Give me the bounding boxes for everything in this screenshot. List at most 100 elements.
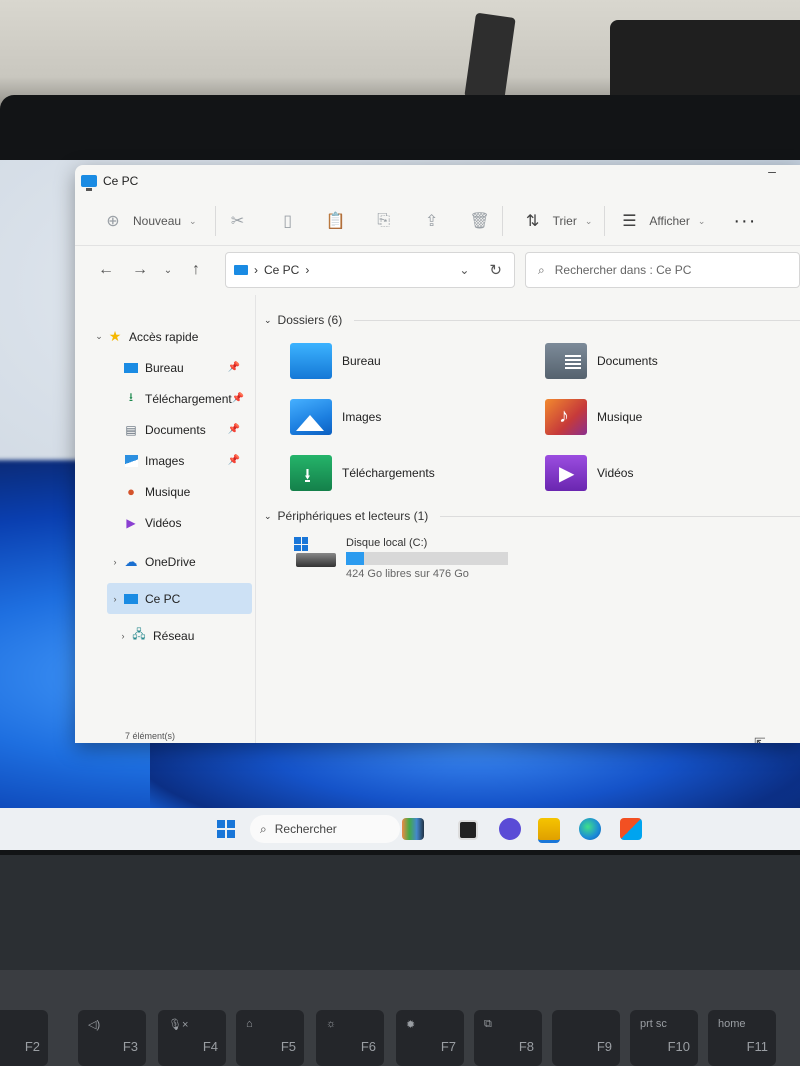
folder-label: Documents	[597, 354, 658, 368]
sort-icon: ⇅	[525, 213, 540, 230]
delete-icon[interactable]: 🗑	[468, 209, 492, 233]
videos-folder-icon: ▶	[545, 455, 587, 491]
up-button[interactable]: ↑	[179, 261, 213, 279]
pin-icon: 📌	[227, 424, 240, 435]
background-object	[464, 12, 516, 103]
sidebar-item-musique[interactable]: ● Musique	[75, 476, 254, 507]
key-f2[interactable]: ◁F2	[0, 1010, 48, 1066]
breadcrumb-item[interactable]: Ce PC	[264, 263, 299, 277]
key-f7[interactable]: ✹ F7	[396, 1010, 464, 1066]
pin-icon: 📌	[227, 455, 240, 466]
display-switch-icon: ⧉	[484, 1018, 492, 1030]
view-label: Afficher	[649, 214, 690, 228]
task-view-icon[interactable]	[458, 820, 478, 840]
videos-icon: ▶	[126, 515, 136, 530]
sidebar-item-label: Vidéos	[145, 515, 182, 530]
back-button[interactable]: ←	[89, 261, 123, 279]
sort-label: Trier	[552, 214, 577, 228]
key-f4[interactable]: 🎙× F4	[158, 1010, 226, 1066]
expand-chevron-icon[interactable]: ›	[107, 557, 123, 567]
search-placeholder: Rechercher dans : Ce PC	[554, 263, 692, 277]
background-object	[610, 20, 800, 100]
folder-label: Vidéos	[597, 466, 634, 480]
file-explorer-taskbar-icon[interactable]	[538, 818, 560, 843]
documents-folder-icon	[545, 343, 587, 379]
view-button[interactable]: ☰ Afficher ⌄	[609, 203, 713, 239]
address-field[interactable]: › Ce PC › ⌄ ↻	[225, 252, 515, 288]
forward-button[interactable]: →	[123, 261, 157, 279]
folder-bureau[interactable]: Bureau	[290, 341, 545, 381]
sidebar-item-images[interactable]: Images 📌	[75, 445, 254, 476]
mouse-cursor: ⇱	[754, 735, 766, 743]
teams-chat-icon[interactable]	[499, 818, 521, 840]
backlight-icon: ⌂	[246, 1018, 253, 1030]
key-f3[interactable]: ◁) F3	[78, 1010, 146, 1066]
sidebar-item-quick-access[interactable]: ⌄ ★ Accès rapide	[75, 321, 254, 352]
key-f9[interactable]: F9	[552, 1010, 620, 1066]
sidebar-item-label: Images	[145, 453, 185, 468]
paste-icon[interactable]: 📋	[324, 209, 348, 233]
key-f5[interactable]: ⌂ F5	[236, 1010, 304, 1066]
key-f10[interactable]: prt sc F10	[630, 1010, 698, 1066]
content-pane: ⌄ Dossiers (6) Bureau Documents Images ♪…	[254, 295, 800, 743]
store-icon[interactable]	[620, 818, 642, 840]
mic-mute-icon: 🎙×	[168, 1019, 189, 1031]
folders-section-header[interactable]: ⌄ Dossiers (6)	[264, 307, 800, 333]
windows-logo-icon	[294, 537, 308, 551]
sidebar-item-this-pc[interactable]: › Ce PC	[107, 583, 252, 614]
share-icon[interactable]: ⇪	[420, 209, 444, 233]
refresh-icon[interactable]: ↻	[489, 261, 502, 279]
widgets-icon[interactable]	[402, 818, 424, 840]
view-icon: ☰	[622, 213, 637, 230]
address-bar-row: ← → ⌄ ↑ › Ce PC › ⌄ ↻ ⌕ Rechercher dans …	[75, 246, 800, 294]
sidebar-item-onedrive[interactable]: › ☁ OneDrive	[75, 546, 254, 577]
expand-chevron-icon[interactable]: ›	[115, 631, 131, 641]
collapse-chevron-icon[interactable]: ⌄	[264, 511, 272, 522]
key-f6[interactable]: ☼ F6	[316, 1010, 384, 1066]
breadcrumb-separator: ›	[305, 263, 310, 277]
expand-chevron-icon[interactable]: ⌄	[91, 331, 107, 342]
drive-free-space: 424 Go libres sur 476 Go	[346, 568, 469, 580]
sort-button[interactable]: ⇅ Trier ⌄	[513, 203, 601, 239]
collapse-chevron-icon[interactable]: ⌄	[264, 315, 272, 326]
drive-local-c[interactable]: Disque local (C:) 424 Go libres sur 476 …	[264, 537, 800, 580]
cut-icon[interactable]: ✂	[226, 209, 250, 233]
new-label: Nouveau	[133, 214, 182, 228]
drive-name: Disque local (C:)	[346, 537, 428, 549]
sidebar-item-documents[interactable]: ▤ Documents 📌	[75, 414, 254, 445]
folder-documents[interactable]: Documents	[545, 341, 800, 381]
start-button[interactable]	[217, 820, 235, 838]
taskbar-search-label: Rechercher	[274, 822, 337, 836]
folder-musique[interactable]: ♪ Musique	[545, 397, 800, 437]
edge-icon[interactable]	[579, 818, 601, 840]
folder-videos[interactable]: ▶ Vidéos	[545, 453, 800, 493]
file-explorer-window: Ce PC – ⊕ Nouveau ⌄ ✂ ▯ 📋 ⎘ ⇪ 🗑 ⇅ Trier …	[75, 165, 800, 743]
separator	[604, 206, 606, 236]
copy-icon[interactable]: ▯	[276, 209, 300, 233]
pc-icon	[123, 592, 139, 606]
new-button[interactable]: ⊕ Nouveau ⌄	[93, 203, 205, 239]
minimize-button[interactable]: –	[762, 165, 782, 185]
drive-usage-fill	[346, 552, 364, 565]
folders-header-label: Dossiers (6)	[277, 313, 343, 327]
taskbar-search[interactable]: ⌕ Rechercher	[250, 815, 400, 843]
sidebar-item-network[interactable]: › 🖧 Réseau	[75, 620, 254, 651]
recent-locations-button[interactable]: ⌄	[157, 265, 179, 276]
search-box[interactable]: ⌕ Rechercher dans : Ce PC	[525, 252, 800, 288]
separator	[501, 206, 503, 236]
cloud-icon: ☁	[124, 553, 138, 569]
chevron-down-icon[interactable]: ⌄	[459, 263, 469, 277]
sidebar-item-bureau[interactable]: Bureau 📌	[75, 352, 254, 383]
chevron-down-icon: ⌄	[584, 215, 593, 226]
key-f8[interactable]: ⧉ F8	[474, 1010, 542, 1066]
key-f11[interactable]: home F11	[708, 1010, 776, 1066]
sidebar-item-videos[interactable]: ▶ Vidéos	[75, 507, 254, 538]
brightness-up-icon: ✹	[406, 1019, 416, 1031]
rename-icon[interactable]: ⎘	[372, 209, 396, 233]
expand-chevron-icon[interactable]: ›	[107, 594, 123, 604]
folder-images[interactable]: Images	[290, 397, 545, 437]
drives-section-header[interactable]: ⌄ Périphériques et lecteurs (1)	[264, 503, 800, 529]
more-options-button[interactable]: ···	[733, 210, 756, 233]
sidebar-item-telechargement[interactable]: ⭳ Téléchargement 📌	[75, 383, 254, 414]
folder-telechargements[interactable]: ⭳ Téléchargements	[290, 453, 545, 493]
